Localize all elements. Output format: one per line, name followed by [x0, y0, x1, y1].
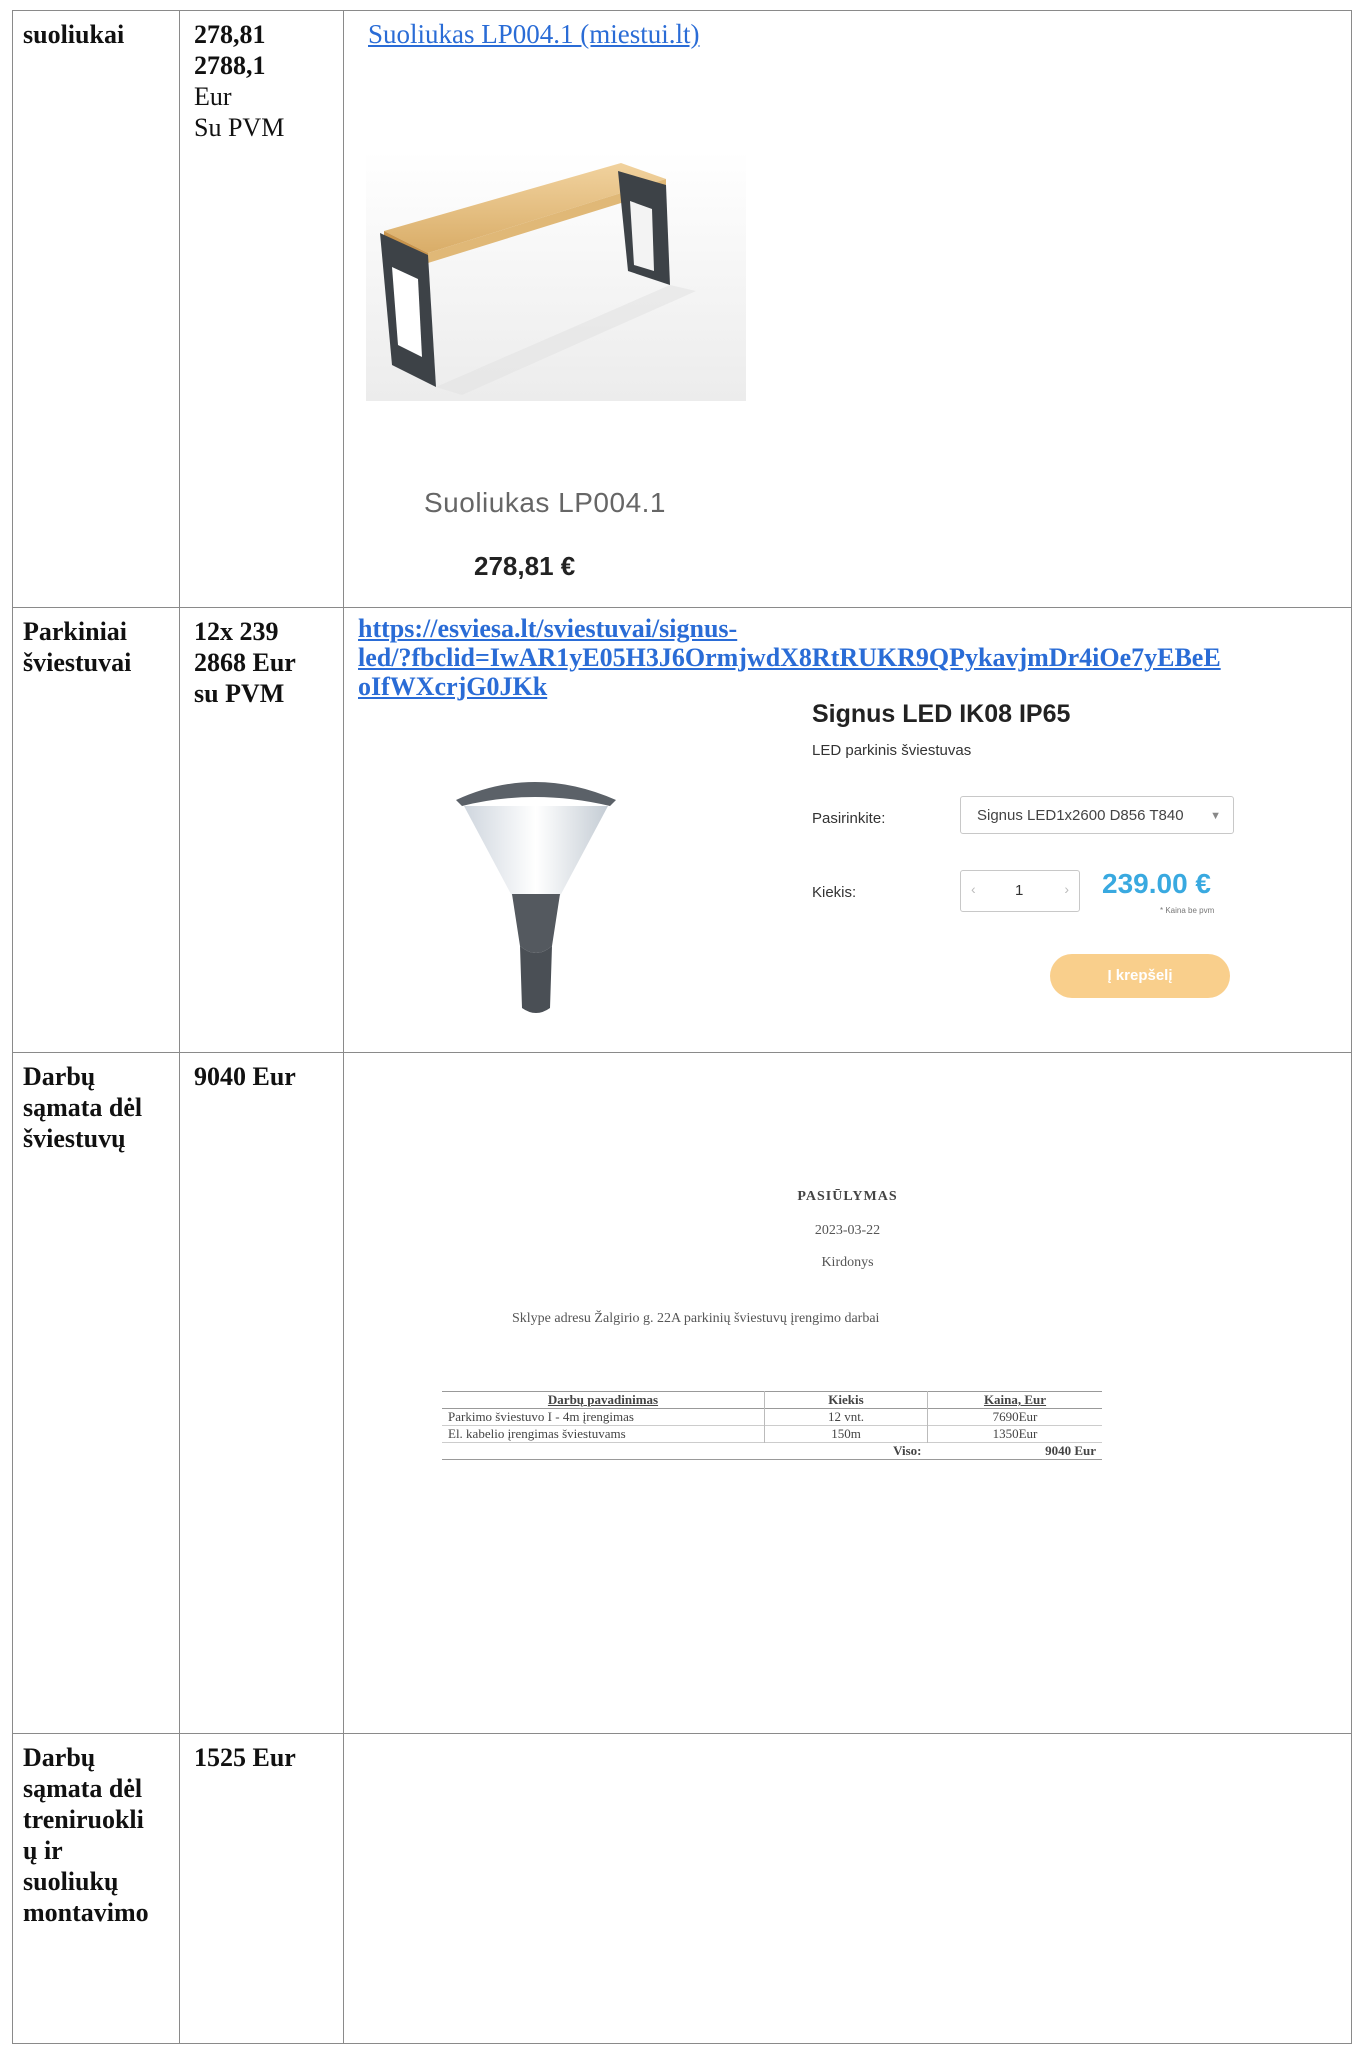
doc-table: Darbų pavadinimas Kiekis Kaina, Eur Park…: [442, 1391, 1102, 1460]
table-row: Darbų sąmata dėl šviestuvų 9040 Eur PASI…: [12, 1052, 1352, 1734]
item-price: 1525 Eur: [194, 1743, 296, 1772]
item-price: 278,81 2788,1 Eur Su PVM: [180, 11, 343, 143]
table-row: suoliukai 278,81 2788,1 Eur Su PVM Suoli…: [12, 10, 1352, 608]
increase-icon[interactable]: ›: [1064, 881, 1069, 897]
item-label: Darbų sąmata dėl šviestuvų: [23, 1062, 143, 1153]
product-price: 278,81 €: [474, 551, 576, 581]
product-link[interactable]: https://esviesa.lt/sviestuvai/signus- le…: [358, 614, 1356, 701]
price-line: 12x 239: [194, 617, 279, 646]
doc-title: PASIŪLYMAS: [797, 1189, 898, 1204]
item-price: 12x 239 2868 Eur su PVM: [180, 608, 343, 709]
quantity-label: Kiekis:: [812, 884, 857, 901]
product-price: 239.00 €: [1102, 868, 1211, 899]
lamp-image: [364, 708, 714, 1048]
select-label: Pasirinkite:: [812, 810, 886, 827]
quantity-value: 1: [1015, 882, 1024, 899]
quantity-stepper[interactable]: ‹ 1 ›: [960, 870, 1080, 912]
item-label: suoliukai: [23, 20, 125, 49]
cost-table: suoliukai 278,81 2788,1 Eur Su PVM Suoli…: [12, 10, 1352, 2044]
product-name: Suoliukas LP004.1: [424, 487, 667, 518]
doc-intro: Sklype adresu Žalgirio g. 22A parkinių š…: [512, 1311, 880, 1326]
variant-select[interactable]: Signus LED1x2600 D856 T840 ▼: [960, 796, 1234, 834]
price-total-line: 2868 Eur: [194, 648, 296, 677]
vat-line: Su PVM: [194, 113, 285, 142]
table-row: Parkiniai šviestuvai 12x 239 2868 Eur su…: [12, 607, 1352, 1053]
chevron-down-icon: ▼: [1210, 810, 1221, 822]
product-subtitle: LED parkinis šviestuvas: [812, 742, 972, 759]
price-total-line: 2788,1: [194, 51, 266, 80]
price-line: 278,81: [194, 20, 266, 49]
bench-image: [366, 151, 746, 401]
doc-date: 2023-03-22: [814, 1223, 881, 1238]
item-price: 9040 Eur: [194, 1062, 296, 1091]
item-label: Darbų sąmata dėl treniruokli ų ir suoliu…: [23, 1743, 149, 1927]
price-note: * Kaina be pvm: [1160, 906, 1215, 915]
item-label: Parkiniai šviestuvai: [23, 617, 132, 677]
table-row: Darbų sąmata dėl treniruokli ų ir suoliu…: [12, 1733, 1352, 2044]
product-link[interactable]: Suoliukas LP004.1 (miestui.lt): [368, 19, 700, 49]
product-title: Signus LED IK08 IP65: [812, 700, 1071, 728]
vat-line: su PVM: [194, 679, 285, 708]
decrease-icon[interactable]: ‹: [971, 881, 976, 897]
doc-place: Kirdonys: [821, 1255, 874, 1270]
add-to-cart-button[interactable]: Į krepšelį: [1050, 954, 1230, 998]
currency-line: Eur: [194, 82, 232, 111]
